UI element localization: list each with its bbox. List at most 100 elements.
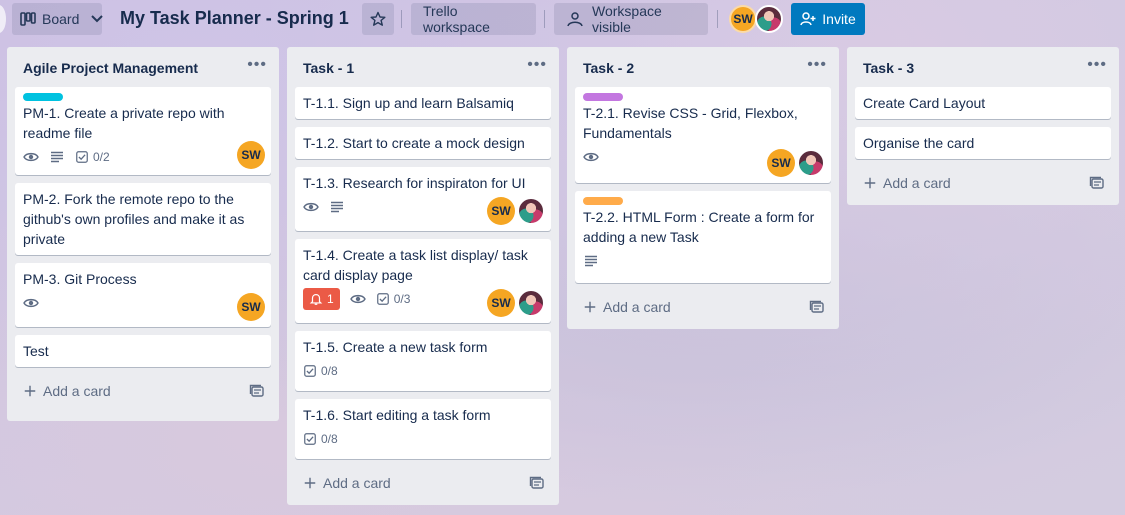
plus-icon — [583, 300, 597, 314]
add-card-button[interactable]: Add a card — [15, 375, 271, 407]
checklist-count: 0/8 — [321, 364, 338, 378]
add-card-label: Add a card — [323, 475, 391, 491]
checklist-icon — [303, 432, 317, 446]
card-title: T-1.3. Research for inspiraton for UI — [303, 175, 526, 191]
checklist-badge: 0/8 — [303, 429, 338, 449]
card-t-1-1[interactable]: T-1.1. Sign up and learn Balsamiq — [295, 87, 551, 119]
board-view-switcher[interactable]: Board — [12, 3, 104, 35]
card-title: PM-3. Git Process — [23, 271, 137, 287]
card-t-1-6[interactable]: T-1.6. Start editing a task form 0/8 — [295, 399, 551, 459]
add-card-label: Add a card — [43, 383, 111, 399]
card-template-icon[interactable] — [1089, 175, 1105, 191]
card-label-purple[interactable] — [583, 93, 623, 101]
header-divider — [401, 10, 402, 28]
card-member-avatar[interactable]: SW — [237, 293, 265, 321]
card-title: T-2.1. Revise CSS - Grid, Flexbox, Funda… — [583, 105, 798, 141]
list-title[interactable]: Task - 3 — [863, 60, 914, 76]
invite-button[interactable]: Invite — [791, 3, 865, 35]
visibility-label: Workspace visible — [592, 3, 662, 35]
card-member-avatar[interactable]: SW — [487, 197, 515, 225]
checklist-icon — [376, 292, 390, 306]
list-header: Task - 3 ••• — [847, 47, 1119, 87]
checklist-count: 0/8 — [321, 432, 338, 446]
notification-badge[interactable]: 1 — [303, 288, 340, 310]
card-t-2-1[interactable]: T-2.1. Revise CSS - Grid, Flexbox, Funda… — [575, 87, 831, 183]
card-pm-1[interactable]: PM-1. Create a private repo with readme … — [15, 87, 271, 175]
list-header: Task - 1 ••• — [287, 47, 559, 87]
card-t-1-3[interactable]: T-1.3. Research for inspiraton for UI SW — [295, 167, 551, 231]
bell-icon — [309, 292, 323, 306]
chevron-down-icon — [91, 15, 104, 23]
star-icon — [370, 11, 386, 26]
member-avatar[interactable]: SW — [729, 5, 757, 33]
watch-icon — [23, 295, 39, 311]
card-title: PM-1. Create a private repo with readme … — [23, 105, 225, 141]
card-member-avatar[interactable]: SW — [767, 149, 795, 177]
description-icon — [329, 199, 345, 215]
sidebar-toggle[interactable] — [0, 5, 6, 33]
list-title[interactable]: Agile Project Management — [23, 60, 198, 76]
list-task-2: Task - 2 ••• T-2.1. Revise CSS - Grid, F… — [567, 47, 839, 329]
checklist-badge: 0/8 — [303, 361, 338, 381]
card-member-avatar[interactable] — [517, 289, 545, 317]
add-card-button[interactable]: Add a card — [295, 467, 551, 499]
card-pm-3[interactable]: PM-3. Git Process SW — [15, 263, 271, 327]
list-menu-icon[interactable]: ••• — [527, 56, 547, 74]
checklist-badge: 0/2 — [75, 147, 110, 167]
plus-icon — [303, 476, 317, 490]
card-t-1-2[interactable]: T-1.2. Start to create a mock design — [295, 127, 551, 159]
watch-icon — [23, 149, 39, 165]
checklist-icon — [303, 364, 317, 378]
board-view-label: Board — [42, 11, 80, 27]
plus-icon — [863, 176, 877, 190]
list-menu-icon[interactable]: ••• — [1087, 56, 1107, 74]
header-divider — [544, 10, 545, 28]
visibility-button[interactable]: Workspace visible — [554, 3, 708, 35]
watch-icon — [350, 291, 366, 307]
list-agile-project-management: Agile Project Management ••• PM-1. Creat… — [7, 47, 279, 421]
workspace-button[interactable]: Trello workspace — [411, 3, 536, 35]
card-member-avatar[interactable]: SW — [487, 289, 515, 317]
card-label-cyan[interactable] — [23, 93, 63, 101]
checklist-badge: 0/3 — [376, 289, 411, 309]
checklist-count: 0/2 — [93, 150, 110, 164]
card-title: T-1.1. Sign up and learn Balsamiq — [303, 95, 514, 111]
add-card-button[interactable]: Add a card — [575, 291, 831, 323]
card-member-avatar[interactable]: SW — [237, 141, 265, 169]
add-card-button[interactable]: Add a card — [855, 167, 1111, 199]
card-pm-2[interactable]: PM-2. Fork the remote repo to the github… — [15, 183, 271, 255]
card-t-2-2[interactable]: T-2.2. HTML Form : Create a form for add… — [575, 191, 831, 283]
workspace-visible-icon — [567, 12, 583, 27]
card-create-card-layout[interactable]: Create Card Layout — [855, 87, 1111, 119]
card-title: T-2.2. HTML Form : Create a form for add… — [583, 209, 815, 245]
board-view-icon — [20, 12, 36, 26]
list-title[interactable]: Task - 1 — [303, 60, 354, 76]
list-task-3: Task - 3 ••• Create Card Layout Organise… — [847, 47, 1119, 205]
header-divider — [717, 10, 718, 28]
list-title[interactable]: Task - 2 — [583, 60, 634, 76]
star-board-button[interactable] — [362, 3, 394, 35]
card-template-icon[interactable] — [529, 475, 545, 491]
card-title: Create Card Layout — [863, 95, 986, 111]
card-template-icon[interactable] — [249, 383, 265, 399]
card-template-icon[interactable] — [809, 299, 825, 315]
card-title: T-1.6. Start editing a task form — [303, 407, 491, 423]
card-member-avatar[interactable] — [517, 197, 545, 225]
card-organise-the-card[interactable]: Organise the card — [855, 127, 1111, 159]
list-menu-icon[interactable]: ••• — [807, 56, 827, 74]
list-menu-icon[interactable]: ••• — [247, 56, 267, 74]
add-user-icon — [800, 12, 816, 26]
board-title[interactable]: My Task Planner - Spring 1 — [120, 8, 349, 29]
card-title: PM-2. Fork the remote repo to the github… — [23, 191, 245, 247]
card-test[interactable]: Test — [15, 335, 271, 367]
watch-icon — [583, 149, 599, 165]
card-label-orange[interactable] — [583, 197, 623, 205]
card-t-1-5[interactable]: T-1.5. Create a new task form 0/8 — [295, 331, 551, 391]
card-member-avatar[interactable] — [797, 149, 825, 177]
card-t-1-4[interactable]: T-1.4. Create a task list display/ task … — [295, 239, 551, 323]
member-avatar[interactable] — [755, 5, 783, 33]
description-icon — [49, 149, 65, 165]
plus-icon — [23, 384, 37, 398]
checklist-count: 0/3 — [393, 292, 411, 306]
invite-label: Invite — [822, 11, 856, 27]
